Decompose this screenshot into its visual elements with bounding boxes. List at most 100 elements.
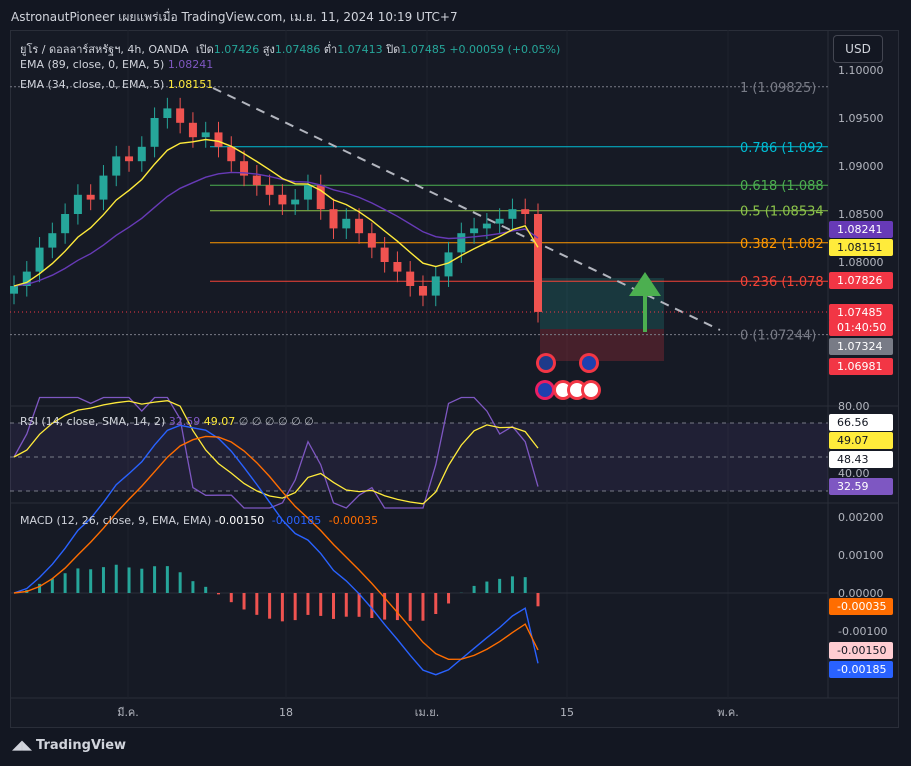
- time-axis-label: 15: [560, 706, 574, 719]
- macd-label: MACD (12, 26, close, 9, EMA, EMA): [20, 514, 212, 527]
- candle: [150, 118, 159, 147]
- rsi-legend[interactable]: RSI (14, close, SMA, 14, 2) 32.59 49.07 …: [20, 415, 314, 428]
- candle: [73, 194, 82, 214]
- candle: [227, 146, 236, 162]
- ema89-line: [13, 171, 539, 287]
- candle: [201, 132, 210, 138]
- macd-value: -0.00150: [214, 514, 265, 527]
- tradingview-icon: ◢◣: [12, 738, 32, 753]
- candle: [35, 247, 44, 272]
- currency-label: USD: [845, 42, 871, 56]
- ema89-label: EMA (89, close, 0, EMA, 5): [20, 58, 165, 71]
- price-axis-label: 1.08000: [838, 256, 884, 269]
- macd-legend[interactable]: MACD (12, 26, close, 9, EMA, EMA) -0.001…: [20, 514, 378, 527]
- price-tag-label: -0.00185: [837, 663, 886, 676]
- hist-value: -0.00035: [328, 514, 379, 527]
- candle: [137, 146, 146, 162]
- price-axis-label: 1.09500: [838, 112, 884, 125]
- candle: [406, 271, 415, 286]
- candle: [534, 214, 542, 312]
- rsi-value: 32.59: [168, 415, 201, 428]
- ema34-legend[interactable]: EMA (34, close, 0, EMA, 5) 1.08151: [20, 78, 213, 91]
- chart-canvas[interactable]: 1 (1.09825) 0.786 (1.092 0.618 (1.088 0.5 (…: [0, 0, 911, 766]
- price-tag-label: 1.07485: [837, 306, 883, 319]
- price-tag-label: -0.00035: [837, 600, 886, 613]
- candle: [86, 194, 95, 200]
- ema34-line: [13, 138, 539, 287]
- price-tag-label: 49.07: [837, 434, 869, 447]
- price-tags: 1.08241 1.08151 1.07826 1.07485 01:40:50 1.07…: [829, 221, 893, 678]
- candle: [99, 175, 108, 200]
- time-axis[interactable]: มี.ค. 18 เม.ย. 15 พ.ค.: [117, 706, 739, 719]
- rsi-ma-value: 49.07: [203, 415, 236, 428]
- price-tag-label: 32.59: [837, 480, 869, 493]
- time-axis-label: มี.ค.: [117, 706, 139, 719]
- candle: [431, 276, 440, 296]
- macd-axis-label: 0.00200: [838, 511, 884, 524]
- fib-level-label: 0.382 (1.082: [740, 237, 824, 252]
- high-label: สูง: [262, 43, 275, 56]
- candle: [380, 247, 389, 262]
- price-tag-label: 1.08151: [837, 241, 883, 254]
- tradingview-wordmark: TradingView: [36, 738, 127, 753]
- candle: [329, 209, 338, 229]
- candle: [48, 233, 57, 248]
- price-candles: [10, 97, 542, 323]
- candle: [393, 262, 402, 272]
- candle: [61, 214, 70, 234]
- candle: [278, 194, 287, 205]
- tradingview-logo[interactable]: ◢◣ TradingView: [12, 738, 126, 753]
- price-tag-label: 1.07324: [837, 340, 883, 353]
- ema34-label: EMA (34, close, 0, EMA, 5): [20, 78, 165, 91]
- candle: [495, 218, 504, 224]
- symbol-name: ยูโร / ดอลลาร์สหรัฐฯ, 4h, OANDA: [20, 43, 189, 56]
- candle: [112, 156, 121, 176]
- symbol-legend[interactable]: ยูโร / ดอลลาร์สหรัฐฯ, 4h, OANDA เปิด1.07…: [20, 40, 560, 58]
- candle: [355, 218, 364, 234]
- fib-retracement[interactable]: 1 (1.09825) 0.786 (1.092 0.618 (1.088 0.5 (…: [10, 81, 828, 344]
- open-value: 1.07426: [213, 43, 260, 56]
- fib-level-label: 0.5 (1.08534: [740, 205, 824, 220]
- price-tag-label: 48.43: [837, 453, 869, 466]
- ema89-value: 1.08241: [167, 58, 214, 71]
- change-value: +0.00059 (+0.05%): [449, 43, 561, 56]
- candle: [342, 218, 351, 229]
- candle: [303, 185, 312, 200]
- ema89-legend[interactable]: EMA (89, close, 0, EMA, 5) 1.08241: [20, 58, 213, 71]
- price-tag-label: 1.08241: [837, 223, 883, 236]
- time-axis-label: 18: [279, 706, 293, 719]
- candle: [521, 209, 530, 214]
- price-tag-label: 1.07826: [837, 274, 883, 287]
- price-tag-label: 1.06981: [837, 360, 883, 373]
- time-axis-label: เม.ย.: [415, 706, 439, 719]
- candle: [470, 228, 479, 234]
- macd-axis-label: -0.00100: [838, 625, 887, 638]
- price-axis-label: 1.09000: [838, 160, 884, 173]
- macd-axis-label: 0.00100: [838, 549, 884, 562]
- currency-button[interactable]: USD: [833, 35, 883, 63]
- time-axis-label: พ.ค.: [717, 706, 739, 719]
- rsi-empty-values: ∅ ∅ ∅ ∅ ∅ ∅: [238, 415, 314, 428]
- ema34-value: 1.08151: [167, 78, 214, 91]
- price-axis-label: 1.08500: [838, 208, 884, 221]
- candle: [125, 156, 134, 162]
- fib-level-label: 0.236 (1.078: [740, 275, 824, 290]
- rsi-axis-label: 80.00: [838, 400, 870, 413]
- candle: [367, 233, 376, 248]
- candle: [482, 223, 491, 229]
- price-tag-label: -0.00150: [837, 644, 886, 657]
- candle: [163, 108, 172, 118]
- candle: [214, 132, 223, 147]
- open-label: เปิด: [195, 43, 214, 56]
- candle: [291, 199, 300, 205]
- price-axis-label: 1.10000: [838, 64, 884, 77]
- fib-level-label: 1 (1.09825): [740, 81, 816, 96]
- low-value: 1.07413: [337, 43, 383, 56]
- candle: [265, 185, 274, 195]
- candle: [252, 175, 261, 186]
- high-value: 1.07486: [274, 43, 321, 56]
- candle: [508, 209, 517, 219]
- candle: [418, 286, 427, 296]
- position-loss-zone[interactable]: [540, 329, 664, 361]
- rsi-label: RSI (14, close, SMA, 14, 2): [20, 415, 166, 428]
